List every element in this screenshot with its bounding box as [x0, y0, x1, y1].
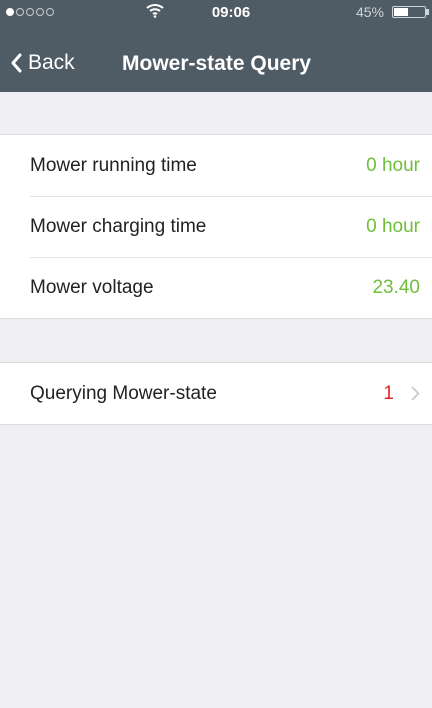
querying-mower-state-row[interactable]: Querying Mower-state 1	[0, 363, 432, 424]
running-time-label: Mower running time	[30, 154, 197, 176]
query-count-badge: 1	[383, 382, 394, 404]
charging-time-row: Mower charging time 0 hour	[0, 196, 432, 257]
back-button[interactable]: Back	[10, 48, 75, 78]
back-label: Back	[28, 51, 75, 74]
voltage-label: Mower voltage	[30, 276, 154, 298]
chevron-right-icon	[411, 386, 420, 401]
battery-icon	[392, 6, 426, 18]
running-time-row: Mower running time 0 hour	[0, 135, 432, 196]
voltage-row: Mower voltage 23.40	[0, 257, 432, 318]
chevron-left-icon	[11, 53, 22, 73]
querying-mower-state-label: Querying Mower-state	[30, 382, 217, 404]
charging-time-value: 0 hour	[366, 215, 420, 237]
nav-bar: Back Mower-state Query	[0, 44, 432, 82]
page-title: Mower-state Query	[122, 52, 312, 75]
battery-percent: 45%	[355, 4, 384, 20]
running-time-value: 0 hour	[366, 154, 420, 176]
navigation-header: 09:06 45% Back Mower-state Query	[0, 0, 432, 92]
voltage-value: 23.40	[372, 276, 420, 298]
charging-time-label: Mower charging time	[30, 215, 207, 237]
status-bar: 09:06 45%	[0, 0, 432, 26]
query-list: Querying Mower-state 1	[0, 362, 432, 425]
mower-stats-list: Mower running time 0 hour Mower charging…	[0, 134, 432, 319]
